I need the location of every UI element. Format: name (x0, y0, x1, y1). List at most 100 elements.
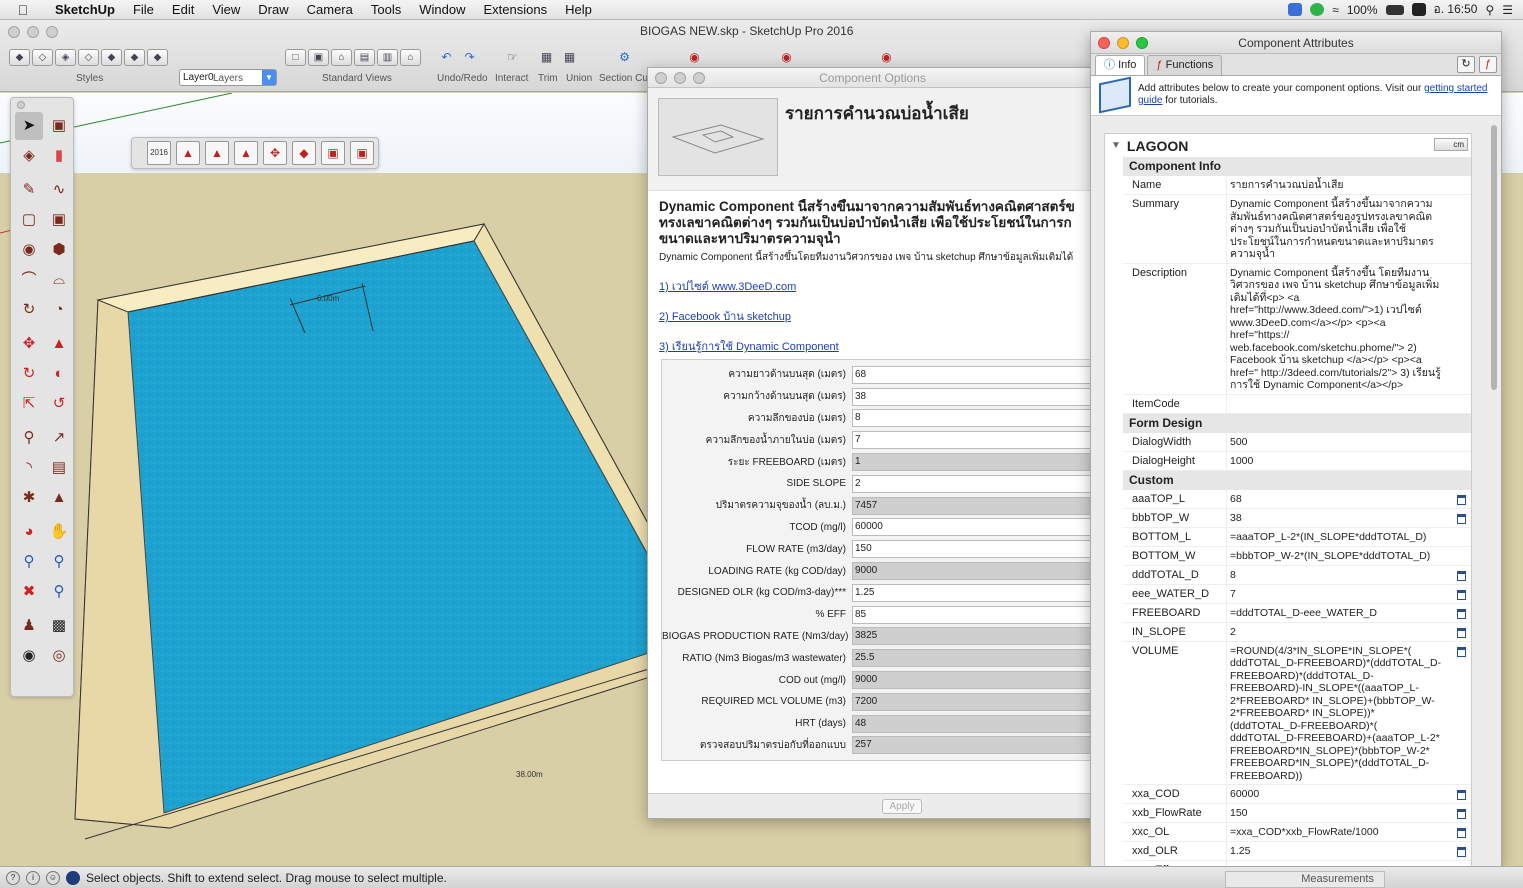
dimension-icon[interactable]: ↗ (45, 424, 73, 452)
component-row-lagoon[interactable]: ▼ LAGOON cm (1105, 134, 1471, 157)
credits-icon[interactable]: i (26, 870, 40, 885)
menu-file[interactable]: File (124, 2, 163, 17)
attribute-value[interactable]: =aaaTOP_L-2*(IN_SLOPE*dddTOTAL_D) (1227, 528, 1471, 546)
attribute-name[interactable]: Description (1123, 263, 1227, 394)
offset-icon[interactable]: ↺ (45, 390, 73, 418)
union-icon[interactable]: ▦ (559, 49, 580, 66)
freehand-icon[interactable]: ∿ (45, 176, 73, 204)
zoom-icon[interactable]: ⚲ (15, 548, 43, 576)
attribute-value[interactable]: =dddTOTAL_D-eee_WATER_D (1227, 604, 1471, 622)
attribute-name[interactable]: xxc_OL (1123, 823, 1227, 841)
option-value-field[interactable]: 85 (852, 605, 1097, 624)
line-tool-icon[interactable]: ✎ (15, 176, 43, 204)
attribute-value[interactable]: 8 (1227, 566, 1471, 584)
scale-icon[interactable]: ⇱ (15, 390, 43, 418)
attribute-value[interactable]: Dynamic Component นี้สร้างขึ้น โดยทีมงาน… (1227, 264, 1471, 394)
apply-button[interactable]: Apply (882, 799, 922, 814)
trim-icon[interactable]: ▦ (536, 49, 557, 66)
menu-view[interactable]: View (203, 2, 249, 17)
instructor-icon[interactable] (66, 870, 80, 885)
extension-b-icon[interactable]: ◉ (776, 49, 797, 66)
option-value-field[interactable]: 150 (852, 540, 1097, 559)
attribute-name[interactable]: Name (1123, 176, 1227, 194)
position-camera-icon[interactable]: ♟ (15, 612, 43, 640)
attribute-name[interactable]: FREEBOARD (1123, 603, 1227, 622)
attribute-row[interactable]: Description Dynamic Component นี้สร้างขึ้… (1123, 263, 1471, 395)
menu-window[interactable]: Window (410, 2, 474, 17)
attribute-name[interactable]: dddTOTAL_D (1123, 565, 1227, 584)
shaded-style-icon[interactable]: ◆ (101, 49, 122, 66)
interact-hand-icon[interactable]: ☞ (502, 49, 523, 66)
attribute-row[interactable]: IN_SLOPE 2 (1123, 622, 1471, 642)
attribute-row[interactable]: bbbTOP_W 38 (1123, 508, 1471, 528)
attribute-value[interactable]: 38 (1227, 509, 1471, 527)
zoom-extents-icon[interactable]: ✖ (15, 578, 43, 606)
polygon-icon[interactable]: ⬢ (45, 236, 73, 264)
attribute-row[interactable]: aaaTOP_L 68 (1123, 489, 1471, 509)
attribute-row[interactable]: FREEBOARD =dddTOTAL_D-eee_WATER_D (1123, 603, 1471, 623)
attribute-options-icon[interactable] (1457, 790, 1466, 800)
attribute-value[interactable]: 60000 (1227, 785, 1471, 803)
extension-a-icon[interactable]: ◉ (684, 49, 705, 66)
attribute-value[interactable]: =xxa_COD*xxb_FlowRate/1000 (1227, 823, 1471, 841)
toggle-formula-icon[interactable]: ƒ (1479, 56, 1497, 73)
attribute-options-icon[interactable] (1457, 828, 1466, 838)
section-plane-icon[interactable]: ⚙ (614, 49, 635, 66)
ruby-tool-5-icon[interactable]: ◆ (292, 141, 316, 165)
attribute-row[interactable]: eee_WATER_D 7 (1123, 584, 1471, 604)
attribute-row[interactable]: dddTOTAL_D 8 (1123, 565, 1471, 585)
attribute-options-icon[interactable] (1457, 608, 1466, 619)
option-value-field[interactable]: 1.25 (852, 583, 1097, 602)
attribute-value[interactable]: Dynamic Component นี้สร้างขึ้นมาจากความส… (1227, 195, 1471, 263)
section-plane-tool-icon[interactable]: ◎ (45, 642, 73, 670)
menu-camera[interactable]: Camera (298, 2, 362, 17)
attribute-name[interactable]: BOTTOM_W (1123, 546, 1227, 565)
attribute-name[interactable]: IN_SLOPE (1123, 622, 1227, 641)
menu-app[interactable]: SketchUp (46, 2, 124, 17)
attribute-name[interactable]: bbbTOP_W (1123, 508, 1227, 527)
attributes-scrollbar[interactable] (1490, 125, 1498, 866)
attribute-name[interactable]: DialogWidth (1123, 432, 1227, 451)
wireframe-style-icon[interactable]: ◈ (55, 49, 76, 66)
tab-info[interactable]: ⓘ Info (1095, 55, 1146, 75)
spotlight-icon[interactable]: ⚲ (1485, 3, 1494, 17)
attribute-value[interactable]: 1000 (1227, 452, 1471, 470)
attribute-value[interactable]: 500 (1227, 433, 1471, 451)
shaded-textures-style-icon[interactable]: ◆ (124, 49, 145, 66)
tape-measure-icon[interactable]: ⚲ (15, 424, 43, 452)
attribute-row[interactable]: BOTTOM_W =bbbTOP_W-2*(IN_SLOPE*dddTOTAL_D… (1123, 546, 1471, 566)
attribute-name[interactable]: xxa_COD (1123, 785, 1227, 803)
attribute-row[interactable]: xxb_FlowRate 150 (1123, 804, 1471, 823)
zoom-window-icon[interactable]: ⚲ (45, 548, 73, 576)
attribute-value[interactable]: 1.25 (1227, 842, 1471, 860)
three-point-arc-icon[interactable]: ↻ (15, 296, 43, 324)
option-value-field[interactable]: 38 (852, 387, 1097, 406)
attributes-minimize-button[interactable] (1117, 37, 1129, 49)
clock[interactable]: อ. 16:50 (1434, 0, 1478, 19)
look-around-icon[interactable]: ◉ (15, 642, 43, 670)
back-view-icon[interactable]: ▥ (377, 49, 398, 66)
attribute-value[interactable]: =ROUND(4/3*IN_SLOPE*IN_SLOPE*( dddTOTAL_… (1227, 642, 1471, 785)
attribute-options-icon[interactable] (1457, 627, 1466, 638)
attribute-row[interactable]: DialogHeight 1000 (1123, 451, 1471, 471)
menu-draw[interactable]: Draw (249, 2, 297, 17)
line-icon[interactable] (1310, 3, 1325, 16)
rotated-rectangle-icon[interactable]: ▣ (45, 206, 73, 234)
attributes-zoom-button[interactable] (1136, 37, 1148, 49)
attribute-row[interactable]: xxd_OLR 1.25 (1123, 842, 1471, 861)
zoom-button[interactable] (46, 26, 58, 38)
option-value-field[interactable]: 2 (852, 474, 1097, 493)
attribute-value[interactable] (1227, 395, 1471, 413)
attributes-scroll-thumb[interactable] (1491, 125, 1497, 390)
attribute-options-icon[interactable] (1457, 847, 1466, 857)
push-pull-icon[interactable]: ▲ (45, 330, 73, 358)
attribute-options-icon[interactable] (1457, 646, 1466, 657)
eraser-icon[interactable]: ▮ (45, 142, 73, 170)
ruby-tool-3-icon[interactable]: ▲ (234, 141, 258, 165)
attribute-name[interactable]: DialogHeight (1123, 451, 1227, 470)
paint-bucket-icon[interactable]: ◈ (15, 142, 43, 170)
two-point-arc-icon[interactable]: ⌓ (45, 266, 73, 294)
attribute-row[interactable]: DialogWidth 500 (1123, 432, 1471, 452)
refresh-icon[interactable]: ↻ (1457, 56, 1475, 73)
attributes-close-button[interactable] (1098, 37, 1110, 49)
